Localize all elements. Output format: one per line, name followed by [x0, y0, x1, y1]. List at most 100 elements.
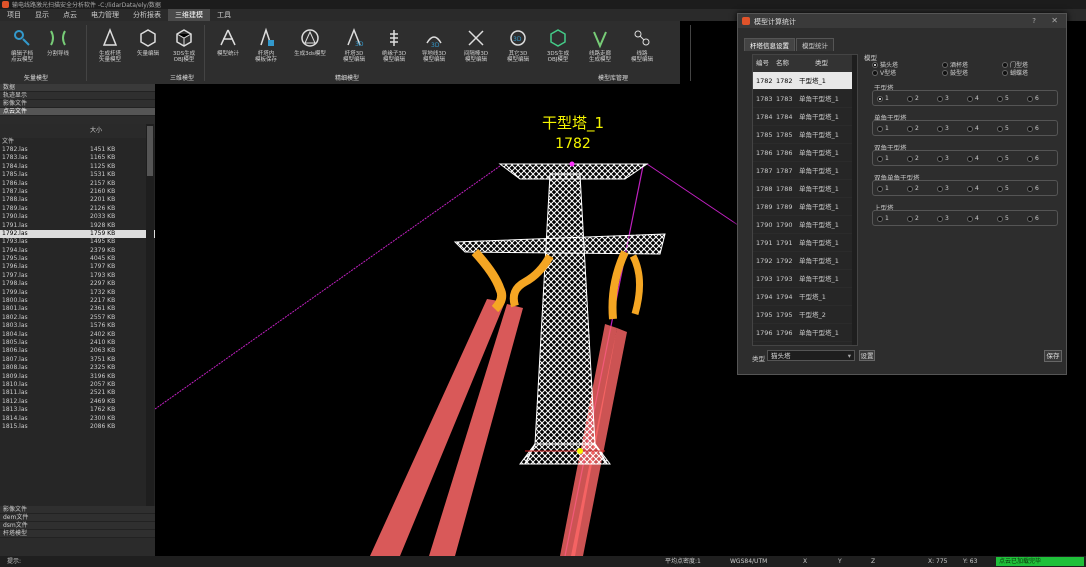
file-row[interactable]: 1805.las 2410 KB	[0, 339, 155, 347]
file-row[interactable]: 1797.las 1793 KB	[0, 272, 155, 280]
subgroup-radio[interactable]: 4	[967, 215, 979, 222]
file-row[interactable]: 1791.las 1928 KB	[0, 222, 155, 230]
file-row[interactable]: 1783.las 1165 KB	[0, 154, 155, 162]
file-row[interactable]: 1806.las 2063 KB	[0, 347, 155, 355]
tower-table-scrollbar[interactable]	[852, 55, 857, 345]
subgroup-radio[interactable]: 5	[997, 155, 1009, 162]
toolbar-button-7[interactable]: 生成3ds模型	[292, 27, 328, 57]
tower-row[interactable]: 1786 1786 单角干型塔_1	[753, 144, 857, 162]
dialog-title-bar[interactable]: 模型计算统计 ? ✕	[738, 14, 1066, 28]
tree-dem-files[interactable]: dem文件	[0, 514, 155, 522]
file-row[interactable]: 1807.las 3751 KB	[0, 356, 155, 364]
model-type-radio[interactable]: 鼓型塔	[942, 68, 968, 77]
tab-tower-info[interactable]: 杆塔信息设置	[744, 38, 795, 51]
tree-track[interactable]: 轨迹显示	[0, 92, 155, 100]
toolbar-button-10[interactable]: 3D 导地线3D 模型编辑	[416, 27, 452, 63]
subgroup-radio[interactable]: 2	[907, 185, 919, 192]
toolbar-button-0[interactable]: 编辑子档 点云模型	[4, 27, 40, 63]
tower-row[interactable]: 1792 1792 单角干型塔_1	[753, 252, 857, 270]
file-row[interactable]: 1800.las 2217 KB	[0, 297, 155, 305]
tower-row[interactable]: 1789 1789 单角干型塔_1	[753, 198, 857, 216]
file-row[interactable]: 1811.las 2521 KB	[0, 389, 155, 397]
toolbar-button-9[interactable]: 绝缘子3D 模型编辑	[376, 27, 412, 63]
subgroup-radio[interactable]: 2	[907, 155, 919, 162]
tower-row[interactable]: 1791 1791 单角干型塔_1	[753, 234, 857, 252]
tower-row[interactable]: 1784 1784 单角干型塔_1	[753, 108, 857, 126]
tower-row[interactable]: 1787 1787 单角干型塔_1	[753, 162, 857, 180]
toolbar-button-5[interactable]: 模型统计	[210, 27, 246, 57]
menu-item-report[interactable]: 分析报表	[126, 9, 168, 21]
subgroup-radio[interactable]: 3	[937, 185, 949, 192]
subgroup-radio[interactable]: 6	[1027, 125, 1039, 132]
file-row[interactable]: 1793.las 1495 KB	[0, 238, 155, 246]
scrollbar-thumb[interactable]	[147, 126, 153, 176]
subgroup-radio[interactable]: 2	[907, 125, 919, 132]
subgroup-radio[interactable]: 3	[937, 215, 949, 222]
tree-pointcloud-files[interactable]: 点云文件	[0, 108, 155, 116]
subgroup-radio[interactable]: 1	[877, 215, 889, 222]
subgroup-radio[interactable]: 5	[997, 95, 1009, 102]
file-row[interactable]: 1786.las 2157 KB	[0, 180, 155, 188]
toolbar-button-15[interactable]: 线路 模型编辑	[624, 27, 660, 63]
tab-model-stat[interactable]: 模型统计	[796, 38, 834, 51]
subgroup-radio[interactable]: 6	[1027, 185, 1039, 192]
toolbar-button-4[interactable]: 3DS生成 OBJ模型	[166, 27, 202, 63]
subgroup-radio[interactable]: 3	[937, 95, 949, 102]
tree-tower-model[interactable]: 杆塔模型	[0, 530, 155, 538]
tower-row[interactable]: 1795 1795 干型塔_2	[753, 306, 857, 324]
close-button[interactable]: ✕	[1051, 16, 1058, 25]
menu-item-tools[interactable]: 工具	[210, 9, 238, 21]
model-type-radio[interactable]: 蝴蝶塔	[1002, 68, 1028, 77]
menu-item-power[interactable]: 电力管理	[84, 9, 126, 21]
subgroup-radio[interactable]: 3	[937, 125, 949, 132]
file-row[interactable]: 1782.las 1451 KB	[0, 146, 155, 154]
toolbar-button-11[interactable]: 间隔棒3D 模型编辑	[458, 27, 494, 63]
subgroup-radio[interactable]: 1	[877, 125, 889, 132]
subgroup-radio[interactable]: 2	[907, 95, 919, 102]
toolbar-button-1[interactable]: 分割导线	[40, 27, 76, 57]
tower-row[interactable]: 1796 1796 单角干型塔_1	[753, 324, 857, 342]
file-row[interactable]: 1813.las 1762 KB	[0, 406, 155, 414]
file-row[interactable]: 1785.las 1531 KB	[0, 171, 155, 179]
subgroup-radio[interactable]: 6	[1027, 155, 1039, 162]
toolbar-button-13[interactable]: 3DS生成 OBJ模型	[540, 27, 576, 63]
file-row[interactable]: 1790.las 2033 KB	[0, 213, 155, 221]
subgroup-radio[interactable]: 4	[967, 125, 979, 132]
subgroup-radio[interactable]: 1	[877, 155, 889, 162]
tower-row[interactable]: 1785 1785 单角干型塔_1	[753, 126, 857, 144]
file-row[interactable]: 1809.las 3196 KB	[0, 373, 155, 381]
file-row[interactable]: 1803.las 1576 KB	[0, 322, 155, 330]
menu-item-pointcloud[interactable]: 点云	[56, 9, 84, 21]
menu-item-project[interactable]: 项目	[0, 9, 28, 21]
tree-dsm-files[interactable]: dsm文件	[0, 522, 155, 530]
save-button[interactable]: 保存	[1044, 350, 1062, 362]
file-row[interactable]: 1808.las 2325 KB	[0, 364, 155, 372]
subgroup-radio[interactable]: 4	[967, 95, 979, 102]
tower-row[interactable]: 17971797 单角干型塔_1	[753, 342, 857, 345]
file-row[interactable]: 1798.las 2297 KB	[0, 280, 155, 288]
file-row[interactable]: 1799.las 1732 KB	[0, 289, 155, 297]
toolbar-button-8[interactable]: 3D 杆塔3D 模型编辑	[336, 27, 372, 63]
subgroup-radio[interactable]: 1	[877, 185, 889, 192]
file-row[interactable]: 1794.las 2379 KB	[0, 247, 155, 255]
file-row[interactable]: 1801.las 2361 KB	[0, 305, 155, 313]
subgroup-radio[interactable]: 4	[967, 185, 979, 192]
file-row[interactable]: 1789.las 2126 KB	[0, 205, 155, 213]
menu-item-display[interactable]: 显示	[28, 9, 56, 21]
tower-row[interactable]: 1783 1783 单角干型塔_1	[753, 90, 857, 108]
help-button[interactable]: ?	[1032, 17, 1036, 25]
file-row[interactable]: 1788.las 2201 KB	[0, 196, 155, 204]
subgroup-radio[interactable]: 4	[967, 155, 979, 162]
subgroup-radio[interactable]: 3	[937, 155, 949, 162]
subgroup-radio[interactable]: 6	[1027, 95, 1039, 102]
file-row[interactable]: 1810.las 2057 KB	[0, 381, 155, 389]
file-row[interactable]: 1787.las 2160 KB	[0, 188, 155, 196]
toolbar-button-3[interactable]: 矢量编辑	[130, 27, 166, 57]
file-row[interactable]: 1796.las 1797 KB	[0, 263, 155, 271]
tower-row[interactable]: 1788 1788 单角干型塔_1	[753, 180, 857, 198]
menu-item-3d-modeling[interactable]: 三维建模	[168, 9, 210, 21]
subgroup-radio[interactable]: 5	[997, 215, 1009, 222]
type-select[interactable]: 猫头塔 ▾	[767, 350, 855, 361]
file-row[interactable]: 1795.las 4045 KB	[0, 255, 155, 263]
toolbar-button-2[interactable]: 生成杆塔 矢量模型	[92, 27, 128, 63]
